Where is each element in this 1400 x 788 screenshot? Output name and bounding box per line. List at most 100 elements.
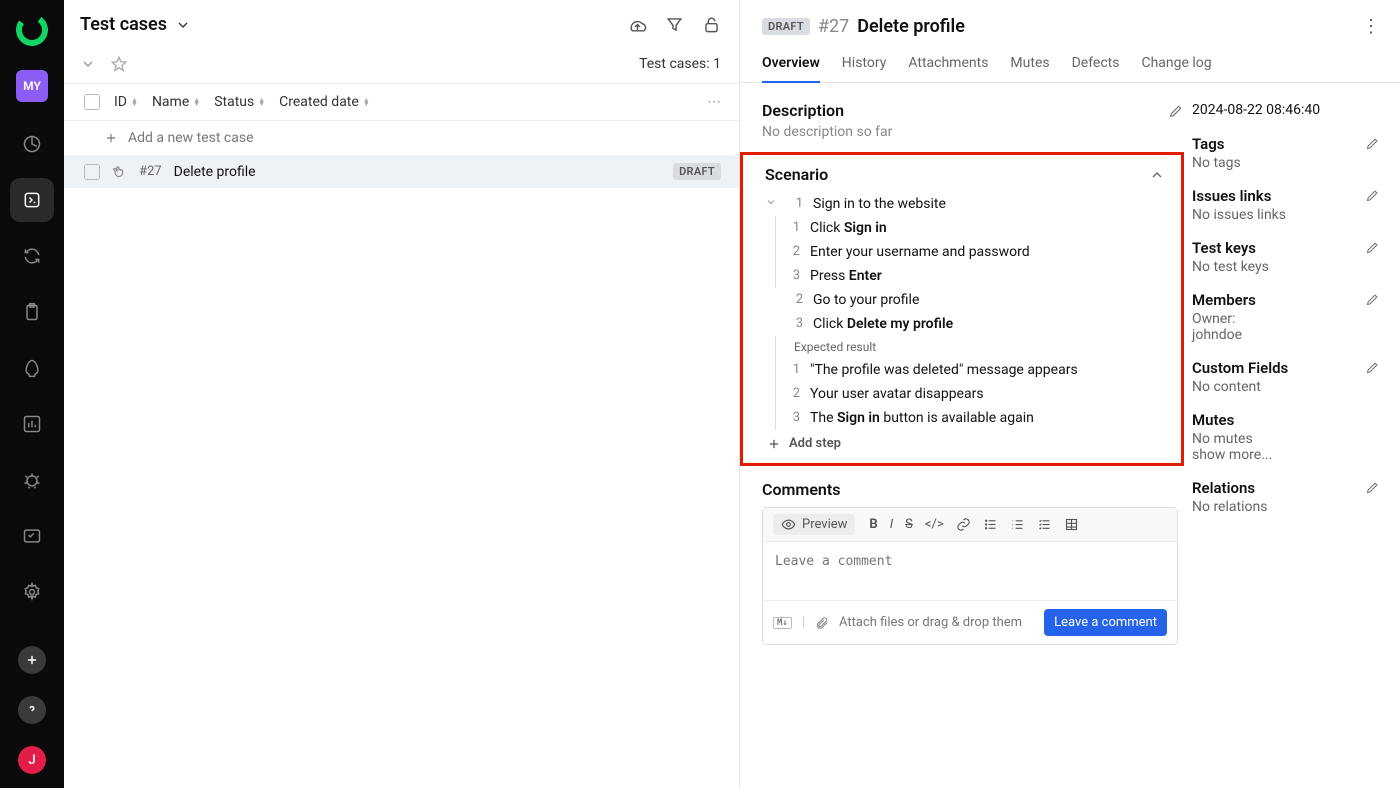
members-block: Members Owner:johndoe bbox=[1192, 291, 1380, 343]
step-row[interactable]: 2 Go to your profile bbox=[765, 288, 1171, 312]
user-avatar[interactable]: J bbox=[18, 746, 46, 774]
detail-panel: DRAFT #27 Delete profile ⋮ Overview Hist… bbox=[740, 0, 1400, 788]
detail-title: Delete profile bbox=[857, 16, 965, 37]
upload-icon[interactable] bbox=[628, 15, 647, 34]
custom-fields-block: Custom Fields No content bbox=[1192, 359, 1380, 395]
help-button[interactable] bbox=[18, 696, 46, 724]
more-icon[interactable]: ⋮ bbox=[1362, 16, 1380, 37]
ul-icon[interactable] bbox=[983, 517, 998, 532]
project-badge[interactable]: MY bbox=[16, 70, 48, 102]
tab-history[interactable]: History bbox=[842, 45, 887, 82]
nav-launches-icon[interactable] bbox=[10, 346, 54, 390]
step-row[interactable]: 1 Click Sign in bbox=[780, 216, 1171, 240]
checklist-icon[interactable] bbox=[1037, 517, 1052, 532]
attach-hint[interactable]: Attach files or drag & drop them bbox=[839, 615, 1022, 630]
manual-icon bbox=[112, 164, 127, 179]
nav-clipboard-icon[interactable] bbox=[10, 290, 54, 334]
plus-icon bbox=[104, 131, 118, 145]
tab-overview[interactable]: Overview bbox=[762, 45, 820, 83]
filter-icon[interactable] bbox=[665, 15, 684, 34]
italic-icon[interactable]: I bbox=[890, 517, 893, 532]
tab-mutes[interactable]: Mutes bbox=[1010, 45, 1049, 82]
add-button[interactable] bbox=[18, 646, 46, 674]
detail-tabs: Overview History Attachments Mutes Defec… bbox=[740, 45, 1400, 83]
status-badge: DRAFT bbox=[762, 18, 810, 35]
mutes-block: Mutes No mutes show more... bbox=[1192, 411, 1380, 463]
comments-title: Comments bbox=[762, 480, 1184, 499]
chevron-down-icon bbox=[765, 196, 779, 208]
description-value: No description so far bbox=[762, 124, 1184, 140]
detail-id: #27 bbox=[818, 16, 849, 37]
description-title: Description bbox=[762, 101, 844, 120]
row-name: Delete profile bbox=[174, 164, 256, 180]
nav-dashboard-icon[interactable] bbox=[10, 122, 54, 166]
expected-row[interactable]: 3 The Sign in button is available again bbox=[780, 406, 1171, 430]
chevron-down-icon[interactable] bbox=[175, 17, 191, 33]
plus-icon bbox=[767, 437, 781, 451]
nav-cycles-icon[interactable] bbox=[10, 234, 54, 278]
preview-button[interactable]: Preview bbox=[773, 514, 855, 535]
eye-icon bbox=[781, 517, 796, 532]
table-icon[interactable] bbox=[1064, 517, 1079, 532]
app-logo bbox=[16, 14, 48, 46]
row-id: #27 bbox=[139, 164, 162, 179]
step-row[interactable]: 3 Press Enter bbox=[780, 264, 1171, 288]
nav-defects-icon[interactable] bbox=[10, 458, 54, 502]
expected-row[interactable]: 2 Your user avatar disappears bbox=[780, 382, 1171, 406]
step-row[interactable]: 3 Click Delete my profile bbox=[765, 312, 1171, 336]
bold-icon[interactable]: B bbox=[869, 517, 877, 532]
testcase-count: Test cases: 1 bbox=[639, 56, 721, 72]
show-more-link[interactable]: show more... bbox=[1192, 447, 1380, 463]
expected-row[interactable]: 1 "The profile was deleted" message appe… bbox=[780, 358, 1171, 382]
add-step-button[interactable]: Add step bbox=[767, 436, 1171, 451]
edit-description-icon[interactable] bbox=[1168, 103, 1184, 119]
add-testcase-row[interactable]: Add a new test case bbox=[64, 121, 739, 155]
nav-analytics-icon[interactable] bbox=[10, 402, 54, 446]
status-badge: DRAFT bbox=[673, 163, 721, 180]
step-row[interactable]: 1 Sign in to the website bbox=[765, 192, 1171, 216]
step-row[interactable]: 2 Enter your username and password bbox=[780, 240, 1171, 264]
nav-testcases-icon[interactable] bbox=[10, 178, 54, 222]
col-id[interactable]: ID▲▼ bbox=[114, 94, 138, 110]
chevron-down-icon[interactable] bbox=[80, 56, 96, 72]
keys-block: Test keys No test keys bbox=[1192, 239, 1380, 275]
code-icon[interactable]: </> bbox=[925, 517, 944, 532]
col-name[interactable]: Name▲▼ bbox=[152, 94, 200, 110]
star-icon[interactable] bbox=[110, 55, 128, 73]
issues-block: Issues links No issues links bbox=[1192, 187, 1380, 223]
select-all-checkbox[interactable] bbox=[84, 94, 100, 110]
row-checkbox[interactable] bbox=[84, 164, 100, 180]
comment-textarea[interactable] bbox=[763, 542, 1177, 596]
relations-block: Relations No relations bbox=[1192, 479, 1380, 515]
tags-block: Tags No tags bbox=[1192, 135, 1380, 171]
edit-keys-icon[interactable] bbox=[1365, 240, 1380, 255]
edit-issues-icon[interactable] bbox=[1365, 188, 1380, 203]
app-sidebar: MY J bbox=[0, 0, 64, 788]
chevron-up-icon[interactable] bbox=[1149, 167, 1165, 183]
strike-icon[interactable]: S bbox=[905, 517, 913, 532]
scenario-section: Scenario 1 Sign in to the website 1 Clic… bbox=[740, 152, 1184, 466]
tab-changelog[interactable]: Change log bbox=[1141, 45, 1211, 82]
edit-relations-icon[interactable] bbox=[1365, 480, 1380, 495]
col-created[interactable]: Created date▲▼ bbox=[279, 94, 370, 110]
table-row[interactable]: #27 Delete profile DRAFT bbox=[64, 155, 739, 188]
leave-comment-button[interactable]: Leave a comment bbox=[1044, 609, 1167, 636]
scenario-title: Scenario bbox=[765, 165, 828, 184]
edit-members-icon[interactable] bbox=[1365, 292, 1380, 307]
panel-title: Test cases bbox=[80, 14, 167, 35]
table-header: ID▲▼ Name▲▼ Status▲▼ Created date▲▼ ⋯ bbox=[64, 84, 739, 121]
markdown-icon: M↓ bbox=[773, 617, 792, 629]
edit-tags-icon[interactable] bbox=[1365, 136, 1380, 151]
link-icon[interactable] bbox=[956, 517, 971, 532]
col-status[interactable]: Status▲▼ bbox=[214, 94, 265, 110]
more-icon[interactable]: ⋯ bbox=[707, 94, 721, 110]
attachment-icon[interactable] bbox=[815, 616, 829, 630]
lock-icon[interactable] bbox=[702, 15, 721, 34]
edit-custom-icon[interactable] bbox=[1365, 360, 1380, 375]
tab-attachments[interactable]: Attachments bbox=[908, 45, 988, 82]
tab-defects[interactable]: Defects bbox=[1072, 45, 1120, 82]
nav-settings-icon[interactable] bbox=[10, 570, 54, 614]
nav-jobs-icon[interactable] bbox=[10, 514, 54, 558]
test-cases-panel: Test cases Test cases: 1 ID▲▼ Name▲▼ Sta… bbox=[64, 0, 740, 788]
ol-icon[interactable] bbox=[1010, 517, 1025, 532]
